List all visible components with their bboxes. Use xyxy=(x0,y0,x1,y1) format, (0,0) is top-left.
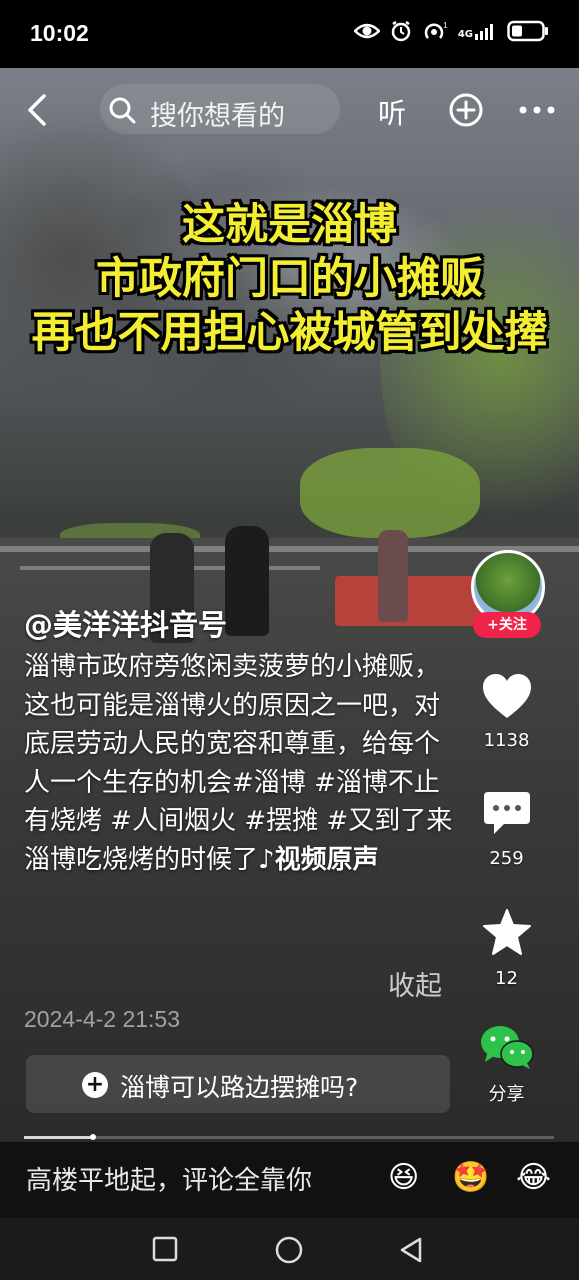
cyclist xyxy=(225,526,269,636)
network-label: 4G xyxy=(457,29,473,40)
status-bar: 10:02 1 4G xyxy=(0,0,579,68)
bushes xyxy=(300,448,480,538)
home-icon[interactable] xyxy=(275,1236,303,1264)
comment-action[interactable]: 259 xyxy=(479,790,534,869)
comment-bar: 高楼平地起，评论全靠你 😆 🤩 😂 xyxy=(0,1142,579,1218)
hashtag[interactable]: #淄博 xyxy=(232,768,306,798)
related-search[interactable]: + 淄博可以路边摆摊吗? xyxy=(26,1055,450,1113)
video-caption: 这就是淄博 市政府门口的小摊贩 再也不用担心被城管到处撵 xyxy=(0,198,579,360)
road-marking xyxy=(0,546,579,552)
caption-line-3: 再也不用担心被城管到处撵 xyxy=(31,308,548,358)
add-icon[interactable] xyxy=(448,92,484,128)
related-search-label: 淄博可以路边摆摊吗? xyxy=(120,1073,359,1102)
vendor xyxy=(378,530,408,622)
favorite-count: 12 xyxy=(495,968,518,989)
progress-fill xyxy=(24,1136,93,1139)
music-link[interactable]: ♪视频原声 xyxy=(258,845,379,875)
status-time: 10:02 xyxy=(30,20,89,46)
wechat-icon xyxy=(481,1026,534,1069)
system-nav-bar xyxy=(0,1218,579,1280)
back-icon[interactable] xyxy=(22,92,54,128)
more-icon[interactable] xyxy=(517,92,557,128)
author-handle[interactable]: @美洋洋抖音号 xyxy=(24,602,227,644)
heart-icon xyxy=(482,674,531,718)
search-bar[interactable]: 搜你想看的 xyxy=(100,84,340,134)
caption-line-1: 这就是淄博 xyxy=(182,200,397,250)
progress-knob[interactable] xyxy=(89,1134,96,1140)
star-icon xyxy=(482,909,531,955)
eye-icon xyxy=(353,23,380,39)
caption-line-2: 市政府门口的小摊贩 xyxy=(96,254,483,304)
comment-icon xyxy=(483,792,530,834)
post-date: 2024-4-2 21:53 xyxy=(24,1006,181,1032)
collapse-button[interactable]: 收起 xyxy=(388,964,442,1003)
hashtag[interactable]: #摆摊 xyxy=(244,806,318,836)
battery-icon xyxy=(507,20,548,42)
favorite-action[interactable]: 12 xyxy=(479,908,534,989)
hashtag[interactable]: #人间烟火 xyxy=(110,806,236,836)
emoji-tears[interactable]: 😂 xyxy=(516,1160,551,1195)
listen-button[interactable]: 听 xyxy=(378,92,406,132)
fruit-stall xyxy=(335,576,485,626)
like-action[interactable]: 1138 xyxy=(479,672,534,751)
status-icons: 1 4G xyxy=(353,20,549,42)
emoji-starstruck[interactable]: 🤩 xyxy=(452,1160,489,1195)
follow-button[interactable]: +关注 xyxy=(473,612,541,638)
share-action[interactable]: 分享 xyxy=(479,1024,534,1106)
recents-icon[interactable] xyxy=(152,1236,178,1262)
share-label: 分享 xyxy=(488,1084,525,1105)
plus-icon: + xyxy=(82,1072,108,1098)
emoji-laugh[interactable]: 😆 xyxy=(388,1160,419,1195)
like-count: 1138 xyxy=(483,730,530,751)
comment-input[interactable]: 高楼平地起，评论全靠你 xyxy=(26,1160,312,1197)
back-nav-icon[interactable] xyxy=(398,1236,424,1264)
search-placeholder: 搜你想看的 xyxy=(150,101,285,132)
hotspot-icon: 1 xyxy=(424,21,448,39)
alarm-icon xyxy=(391,20,411,42)
signal-icon: 4G xyxy=(458,22,497,40)
video-progress-bar[interactable] xyxy=(24,1134,554,1140)
top-nav: 搜你想看的 听 xyxy=(0,68,579,152)
comment-count: 259 xyxy=(489,848,524,869)
search-icon xyxy=(109,97,136,124)
video-description: 淄博市政府旁悠闲卖菠萝的小摊贩，这也可能是淄博火的原因之一吧，对底层劳动人民的宽… xyxy=(24,648,454,879)
svg-text:1: 1 xyxy=(443,21,448,30)
